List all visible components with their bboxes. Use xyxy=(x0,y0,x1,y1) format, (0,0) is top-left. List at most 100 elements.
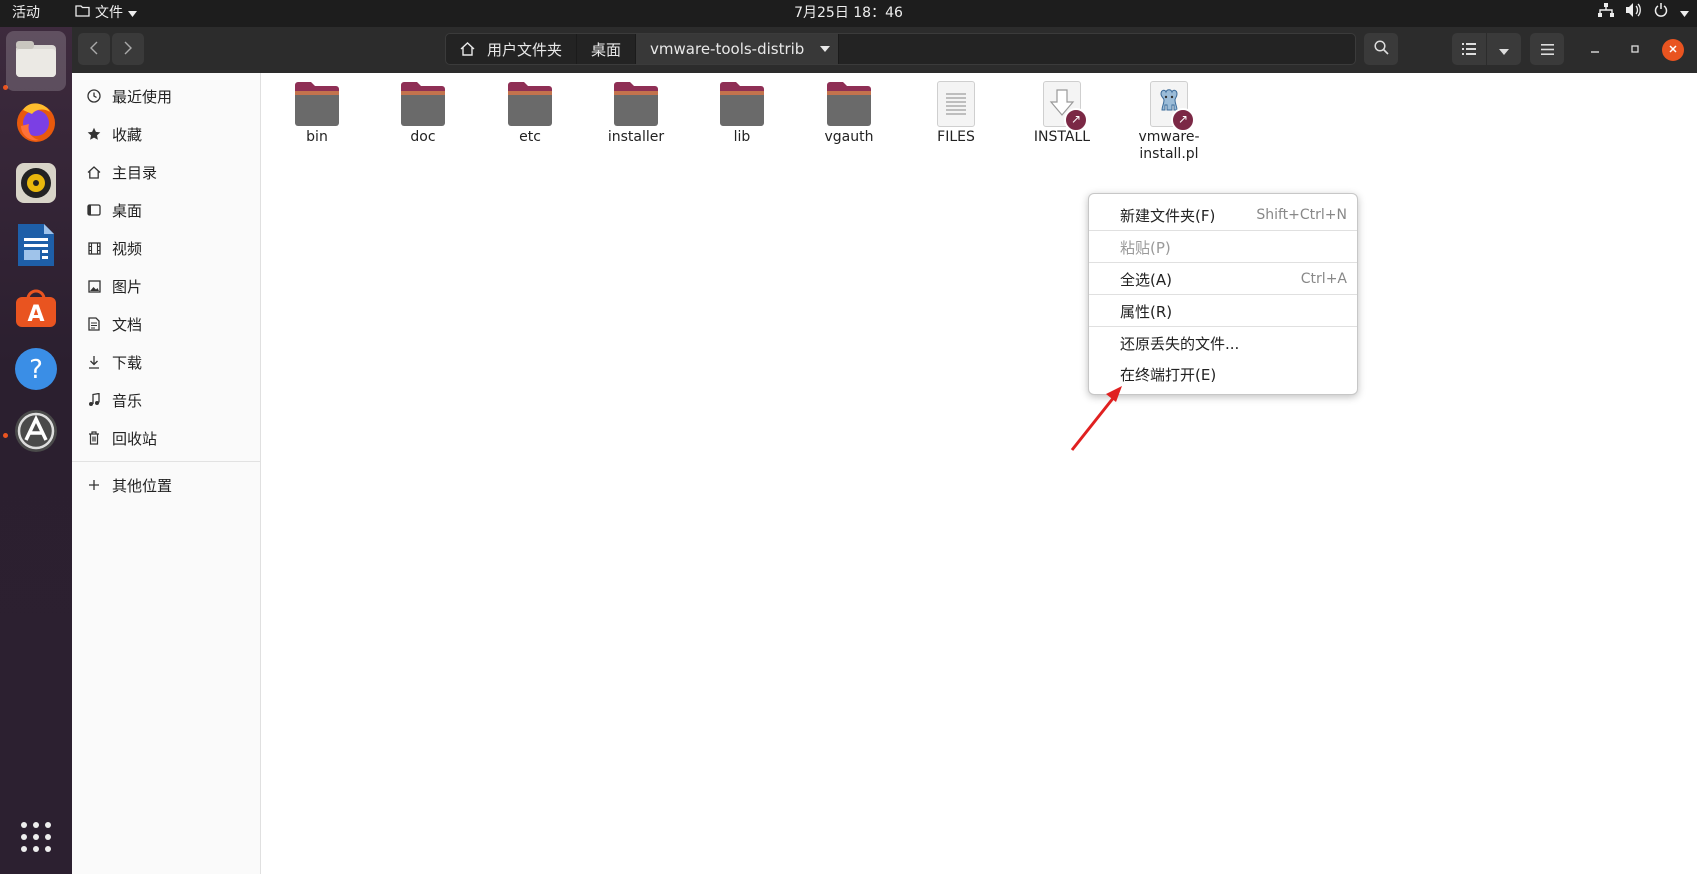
menu-item-accelerator: Ctrl+A xyxy=(1300,271,1347,287)
view-list-button[interactable] xyxy=(1452,33,1486,65)
list-view-icon xyxy=(1462,40,1476,59)
menu-item-restore-missing-files[interactable]: 还原丢失的文件... xyxy=(1089,328,1357,358)
menu-item-label: 还原丢失的文件... xyxy=(1120,334,1240,353)
main-menu-button[interactable] xyxy=(1530,33,1564,65)
show-applications-button[interactable] xyxy=(6,809,66,869)
menu-separator xyxy=(1089,294,1357,295)
search-icon xyxy=(1373,39,1389,59)
path-home-label: 用户文件夹 xyxy=(487,40,563,59)
ubuntu-software-icon: A xyxy=(14,285,58,333)
minimize-button[interactable] xyxy=(1584,39,1606,61)
menu-item-new-folder[interactable]: 新建文件夹(F) Shift+Ctrl+N xyxy=(1089,200,1357,230)
dock-help[interactable]: ? xyxy=(6,341,66,401)
file-name-line2: install.pl xyxy=(1139,146,1199,162)
forward-button[interactable] xyxy=(112,33,144,65)
path-home[interactable]: 用户文件夹 xyxy=(446,34,578,64)
path-desktop-label: 桌面 xyxy=(591,40,622,59)
document-icon xyxy=(84,317,104,331)
file-item[interactable]: lib xyxy=(692,81,792,146)
menu-item-label: 粘贴(P) xyxy=(1120,238,1171,257)
view-options-button[interactable] xyxy=(1487,33,1521,65)
caret-down-icon xyxy=(1499,40,1509,59)
chevron-right-icon xyxy=(124,40,132,59)
sidebar-item-music[interactable]: 音乐 xyxy=(72,381,260,419)
sidebar-item-home[interactable]: 主目录 xyxy=(72,153,260,191)
caret-down-icon xyxy=(1680,0,1689,27)
file-item[interactable]: ↗ INSTALL xyxy=(1012,81,1112,146)
file-name: lib xyxy=(733,129,751,145)
file-item[interactable]: ↗ vmware-install.pl xyxy=(1119,81,1219,163)
sidebar-item-label: 收藏 xyxy=(112,125,143,144)
sidebar: 最近使用 收藏 主目录 桌面 视频 图片 文档 下载 音乐 回收站 其他位置 xyxy=(72,73,261,874)
menu-item-accelerator: Shift+Ctrl+N xyxy=(1256,207,1347,223)
menu-item-select-all[interactable]: 全选(A) Ctrl+A xyxy=(1089,264,1357,294)
top-bar: 活动 文件 7月25日 18：46 xyxy=(0,0,1697,27)
sidebar-item-documents[interactable]: 文档 xyxy=(72,305,260,343)
sidebar-item-videos[interactable]: 视频 xyxy=(72,229,260,267)
file-item[interactable]: vgauth xyxy=(799,81,899,146)
context-menu: 新建文件夹(F) Shift+Ctrl+N 粘贴(P) 全选(A) Ctrl+A… xyxy=(1088,193,1358,395)
file-item[interactable]: etc xyxy=(480,81,580,146)
folder-icon xyxy=(718,81,766,127)
dock-files[interactable] xyxy=(6,31,66,91)
sidebar-item-label: 主目录 xyxy=(112,163,158,182)
clock[interactable]: 7月25日 18：46 xyxy=(0,0,1697,27)
install-file-icon: ↗ xyxy=(1043,81,1088,132)
dock: A ? xyxy=(0,27,72,874)
file-item[interactable]: doc xyxy=(373,81,473,146)
caret-down-icon xyxy=(820,46,831,52)
picture-icon xyxy=(84,279,104,293)
file-view[interactable]: bin doc etc installer lib vgauth FILES ↗… xyxy=(261,73,1697,874)
volume-icon xyxy=(1626,0,1642,27)
file-item[interactable]: installer xyxy=(586,81,686,146)
folder-icon xyxy=(612,81,660,127)
menu-item-paste[interactable]: 粘贴(P) xyxy=(1089,232,1357,262)
sidebar-item-downloads[interactable]: 下载 xyxy=(72,343,260,381)
path-desktop[interactable]: 桌面 xyxy=(577,34,637,64)
dock-firefox[interactable] xyxy=(6,93,66,153)
file-name: vgauth xyxy=(824,129,874,145)
symlink-arrow-icon: ↗ xyxy=(1171,108,1195,132)
trash-icon xyxy=(84,431,104,445)
app-menu[interactable]: 文件 xyxy=(75,0,137,27)
sidebar-item-pictures[interactable]: 图片 xyxy=(72,267,260,305)
search-button[interactable] xyxy=(1364,33,1398,65)
menu-item-properties[interactable]: 属性(R) xyxy=(1089,296,1357,326)
chevron-left-icon xyxy=(90,40,98,59)
close-button[interactable] xyxy=(1662,39,1684,61)
perl-script-icon: ↗ xyxy=(1150,81,1195,132)
back-button[interactable] xyxy=(78,33,110,65)
sidebar-item-label: 文档 xyxy=(112,315,143,334)
sidebar-item-trash[interactable]: 回收站 xyxy=(72,419,260,457)
menu-separator xyxy=(1089,262,1357,263)
home-icon xyxy=(460,42,475,56)
maximize-icon xyxy=(1630,43,1640,57)
sidebar-item-recent[interactable]: 最近使用 xyxy=(72,77,260,115)
file-item[interactable]: bin xyxy=(267,81,367,146)
files-icon xyxy=(14,39,58,83)
file-name: etc xyxy=(519,129,541,145)
sidebar-item-starred[interactable]: 收藏 xyxy=(72,115,260,153)
menu-separator xyxy=(1089,326,1357,327)
sidebar-item-label: 下载 xyxy=(112,353,143,372)
dock-rhythmbox[interactable] xyxy=(6,155,66,215)
file-name-line1: vmware- xyxy=(1138,129,1200,145)
firefox-icon xyxy=(13,98,59,148)
app-menu-label: 文件 xyxy=(95,5,123,21)
sidebar-item-desktop[interactable]: 桌面 xyxy=(72,191,260,229)
folder-icon xyxy=(75,0,90,27)
activities-button[interactable]: 活动 xyxy=(12,0,40,27)
sidebar-item-other-locations[interactable]: 其他位置 xyxy=(72,466,260,504)
libreoffice-writer-icon xyxy=(16,222,56,272)
maximize-button[interactable] xyxy=(1624,39,1646,61)
dock-software-updater[interactable] xyxy=(6,403,66,463)
path-current-folder[interactable]: vmware-tools-distrib xyxy=(636,34,840,64)
system-tray[interactable] xyxy=(1598,0,1689,27)
dock-libreoffice-writer[interactable] xyxy=(6,217,66,277)
path-bar: 用户文件夹 桌面 vmware-tools-distrib xyxy=(445,33,1356,65)
folder-icon xyxy=(825,81,873,127)
sidebar-item-label: 图片 xyxy=(112,277,143,296)
dock-ubuntu-software[interactable]: A xyxy=(6,279,66,339)
sidebar-item-label: 桌面 xyxy=(112,201,143,220)
file-item[interactable]: FILES xyxy=(906,81,1006,146)
